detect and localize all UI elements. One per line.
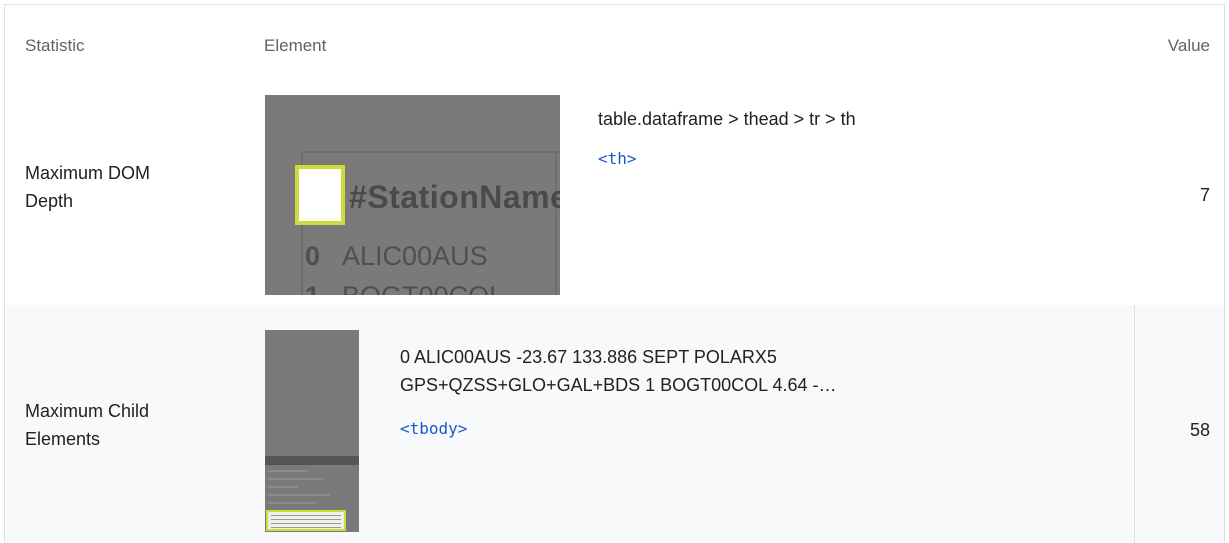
thumbnail-row: 0 ALIC00AUS (305, 241, 488, 272)
statistic-value: 58 (1189, 420, 1210, 440)
header-statistic: Statistic (25, 36, 85, 55)
table-row-max-dom-depth: Maximum DOM Depth #StationName 0 ALIC00AU… (5, 83, 1224, 305)
element-node-tag[interactable]: <th> (598, 149, 637, 168)
thumbnail-row-index: 0 (305, 241, 321, 271)
thumbnail-table-divider (555, 151, 557, 295)
dom-statistics-table: Statistic Element Value Maximum DOM Dept… (4, 4, 1225, 543)
statistic-label-line: Elements (25, 429, 101, 449)
thumbnail-text-line (268, 478, 323, 480)
thumbnail-text-line (268, 486, 298, 488)
statistic-label-line: Maximum Child (25, 401, 150, 421)
thumbnail-text-line (268, 494, 330, 496)
element-screenshot-thumbnail (265, 330, 359, 532)
statistic-label-line: Maximum DOM (25, 163, 150, 183)
thumbnail-row-text: ALIC00AUS (342, 241, 488, 271)
element-selector: table.dataframe > thead > tr > th (598, 109, 856, 129)
element-screenshot-thumbnail: #StationName 0 ALIC00AUS 1 BOGT00COL (265, 95, 560, 295)
thumbnail-row-text: BOGT00COL (342, 281, 504, 295)
statistic-label-line: Depth (25, 191, 74, 211)
statistic-value: 7 (1199, 185, 1210, 205)
statistic-label: Maximum Child Elements (25, 397, 215, 453)
element-node-tag[interactable]: <tbody> (400, 419, 467, 438)
table-header-row: Statistic Element Value (5, 5, 1224, 83)
element-highlight-box (295, 165, 345, 225)
thumbnail-header-text: #StationName (349, 179, 560, 215)
header-value: Value (1167, 36, 1210, 55)
thumbnail-page-bar (265, 456, 359, 465)
thumbnail-text-line (268, 470, 308, 472)
thumbnail-row-index: 1 (305, 281, 320, 295)
element-highlight-box (266, 510, 346, 531)
element-selector: GPS+QZSS+GLO+GAL+BDS 1 BOGT00COL 4.64 -… (400, 375, 837, 395)
element-selector: 0 ALIC00AUS -23.67 133.886 SEPT POLARX5 (400, 347, 777, 367)
table-row-max-child-elements: Maximum Child Elements 0 ALIC00AUS -23.6… (5, 305, 1224, 543)
statistic-label: Maximum DOM Depth (25, 159, 215, 215)
thumbnail-row: 1 BOGT00COL (305, 281, 504, 295)
column-divider (1134, 305, 1135, 543)
thumbnail-text-line (268, 502, 316, 504)
header-element: Element (264, 36, 327, 55)
